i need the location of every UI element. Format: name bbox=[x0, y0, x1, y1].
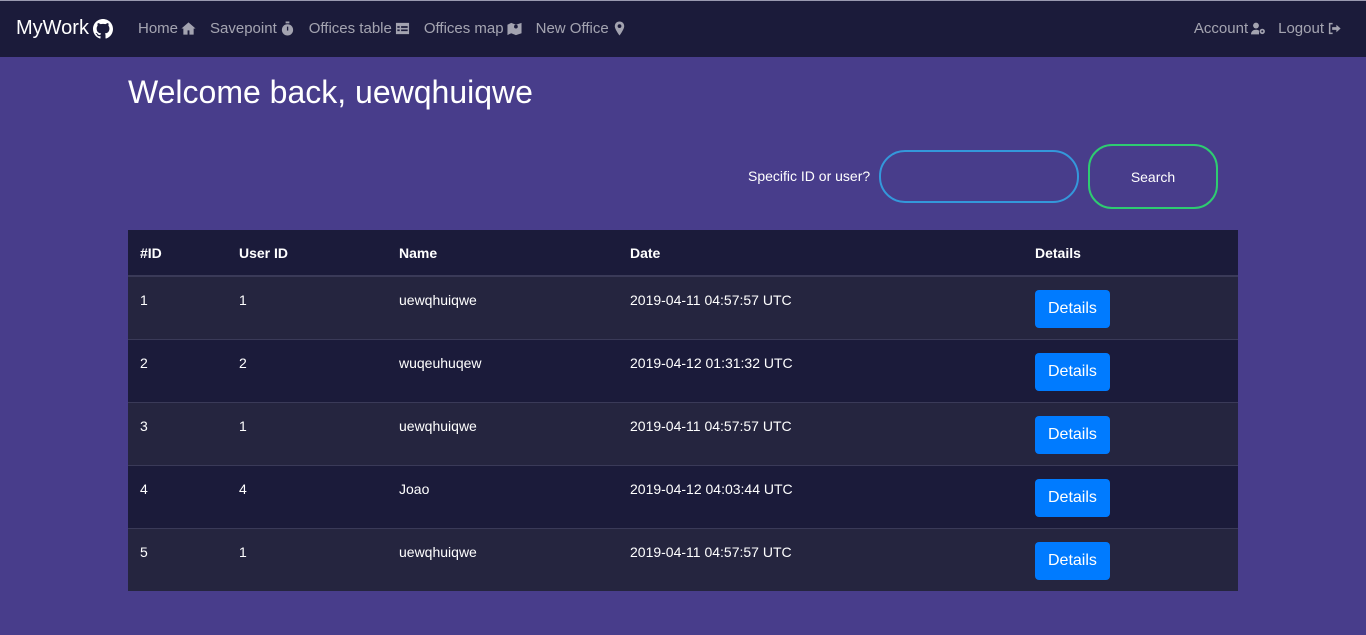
offices-table: #ID User ID Name Date Details 1 1 uewqhu… bbox=[128, 230, 1238, 591]
cell-id: 4 bbox=[128, 464, 227, 528]
cell-name: Joao bbox=[387, 464, 618, 528]
details-button[interactable]: Details bbox=[1035, 352, 1110, 391]
github-icon bbox=[92, 18, 113, 39]
cell-name: uewqhuiqwe bbox=[387, 275, 618, 339]
search-button[interactable]: Search bbox=[1088, 144, 1218, 209]
table-header-row: #ID User ID Name Date Details bbox=[128, 230, 1238, 277]
table-icon bbox=[395, 22, 409, 35]
details-button[interactable]: Details bbox=[1035, 415, 1110, 454]
cell-details: Details bbox=[1023, 464, 1238, 528]
page-title: Welcome back, uewqhuiqwe bbox=[128, 74, 533, 110]
cell-name: uewqhuiqwe bbox=[387, 527, 618, 591]
nav-new-office-label: New Office bbox=[535, 20, 609, 37]
nav-offices-map-label: Offices map bbox=[423, 20, 504, 37]
details-button[interactable]: Details bbox=[1035, 290, 1110, 328]
home-icon bbox=[181, 22, 196, 35]
cell-details: Details bbox=[1023, 527, 1238, 591]
search-input[interactable] bbox=[879, 150, 1079, 203]
nav-savepoint[interactable]: Savepoint bbox=[210, 20, 295, 37]
cell-date: 2019-04-11 04:57:57 UTC bbox=[618, 275, 1023, 339]
nav-logout-label: Logout bbox=[1278, 20, 1324, 37]
nav-home[interactable]: Home bbox=[138, 20, 196, 37]
cell-user-id: 1 bbox=[227, 527, 387, 591]
table-row: 5 1 uewqhuiqwe 2019-04-11 04:57:57 UTC D… bbox=[128, 527, 1238, 591]
cell-id: 1 bbox=[128, 275, 227, 339]
map-icon bbox=[507, 22, 522, 36]
cell-name: wuqeuhuqew bbox=[387, 338, 618, 402]
header-date: Date bbox=[618, 230, 1023, 277]
search-label: Specific ID or user? bbox=[748, 168, 871, 184]
brand-link[interactable]: MyWork bbox=[16, 17, 113, 40]
cell-name: uewqhuiqwe bbox=[387, 401, 618, 465]
cell-user-id: 2 bbox=[227, 338, 387, 402]
cell-details: Details bbox=[1023, 338, 1238, 402]
cell-date: 2019-04-12 04:03:44 UTC bbox=[618, 464, 1023, 528]
table-row: 3 1 uewqhuiqwe 2019-04-11 04:57:57 UTC D… bbox=[128, 401, 1238, 465]
cell-date: 2019-04-11 04:57:57 UTC bbox=[618, 527, 1023, 591]
nav-account-label: Account bbox=[1193, 20, 1249, 37]
nav-offices-table-label: Offices table bbox=[308, 20, 392, 37]
nav-new-office[interactable]: New Office bbox=[536, 20, 627, 37]
nav-savepoint-label: Savepoint bbox=[210, 20, 277, 37]
cell-id: 5 bbox=[128, 527, 227, 591]
cell-user-id: 1 bbox=[227, 275, 387, 339]
stopwatch-icon bbox=[281, 21, 293, 36]
user-cog-icon bbox=[1251, 22, 1266, 35]
nav-offices-map[interactable]: Offices map bbox=[424, 20, 522, 37]
cell-details: Details bbox=[1023, 401, 1238, 465]
cell-date: 2019-04-12 01:31:32 UTC bbox=[618, 338, 1023, 402]
nav-right-links: Account Logout bbox=[1182, 20, 1342, 37]
cell-user-id: 1 bbox=[227, 401, 387, 465]
nav-offices-table[interactable]: Offices table bbox=[309, 20, 410, 37]
nav-logout[interactable]: Logout bbox=[1278, 20, 1342, 37]
sign-out-icon bbox=[1328, 22, 1341, 35]
cell-date: 2019-04-11 04:57:57 UTC bbox=[618, 401, 1023, 465]
navbar: MyWork Home Savepoint Offices table Offi… bbox=[0, 0, 1366, 57]
header-name: Name bbox=[387, 230, 618, 277]
header-user-id: User ID bbox=[227, 230, 387, 277]
cell-user-id: 4 bbox=[227, 464, 387, 528]
details-button[interactable]: Details bbox=[1035, 541, 1110, 580]
table-row: 4 4 Joao 2019-04-12 04:03:44 UTC Details bbox=[128, 464, 1238, 528]
nav-links: Home Savepoint Offices table Offices map… bbox=[138, 20, 641, 37]
table-row: 2 2 wuqeuhuqew 2019-04-12 01:31:32 UTC D… bbox=[128, 338, 1238, 402]
header-details: Details bbox=[1023, 230, 1238, 277]
brand-name: MyWork bbox=[16, 17, 89, 39]
cell-id: 2 bbox=[128, 338, 227, 402]
nav-account[interactable]: Account bbox=[1194, 20, 1266, 37]
header-id: #ID bbox=[128, 230, 227, 277]
nav-home-label: Home bbox=[138, 20, 179, 37]
cell-details: Details bbox=[1023, 275, 1238, 339]
details-button[interactable]: Details bbox=[1035, 478, 1110, 517]
table-row: 1 1 uewqhuiqwe 2019-04-11 04:57:57 UTC D… bbox=[128, 275, 1238, 339]
cell-id: 3 bbox=[128, 401, 227, 465]
map-marker-icon bbox=[614, 21, 624, 36]
